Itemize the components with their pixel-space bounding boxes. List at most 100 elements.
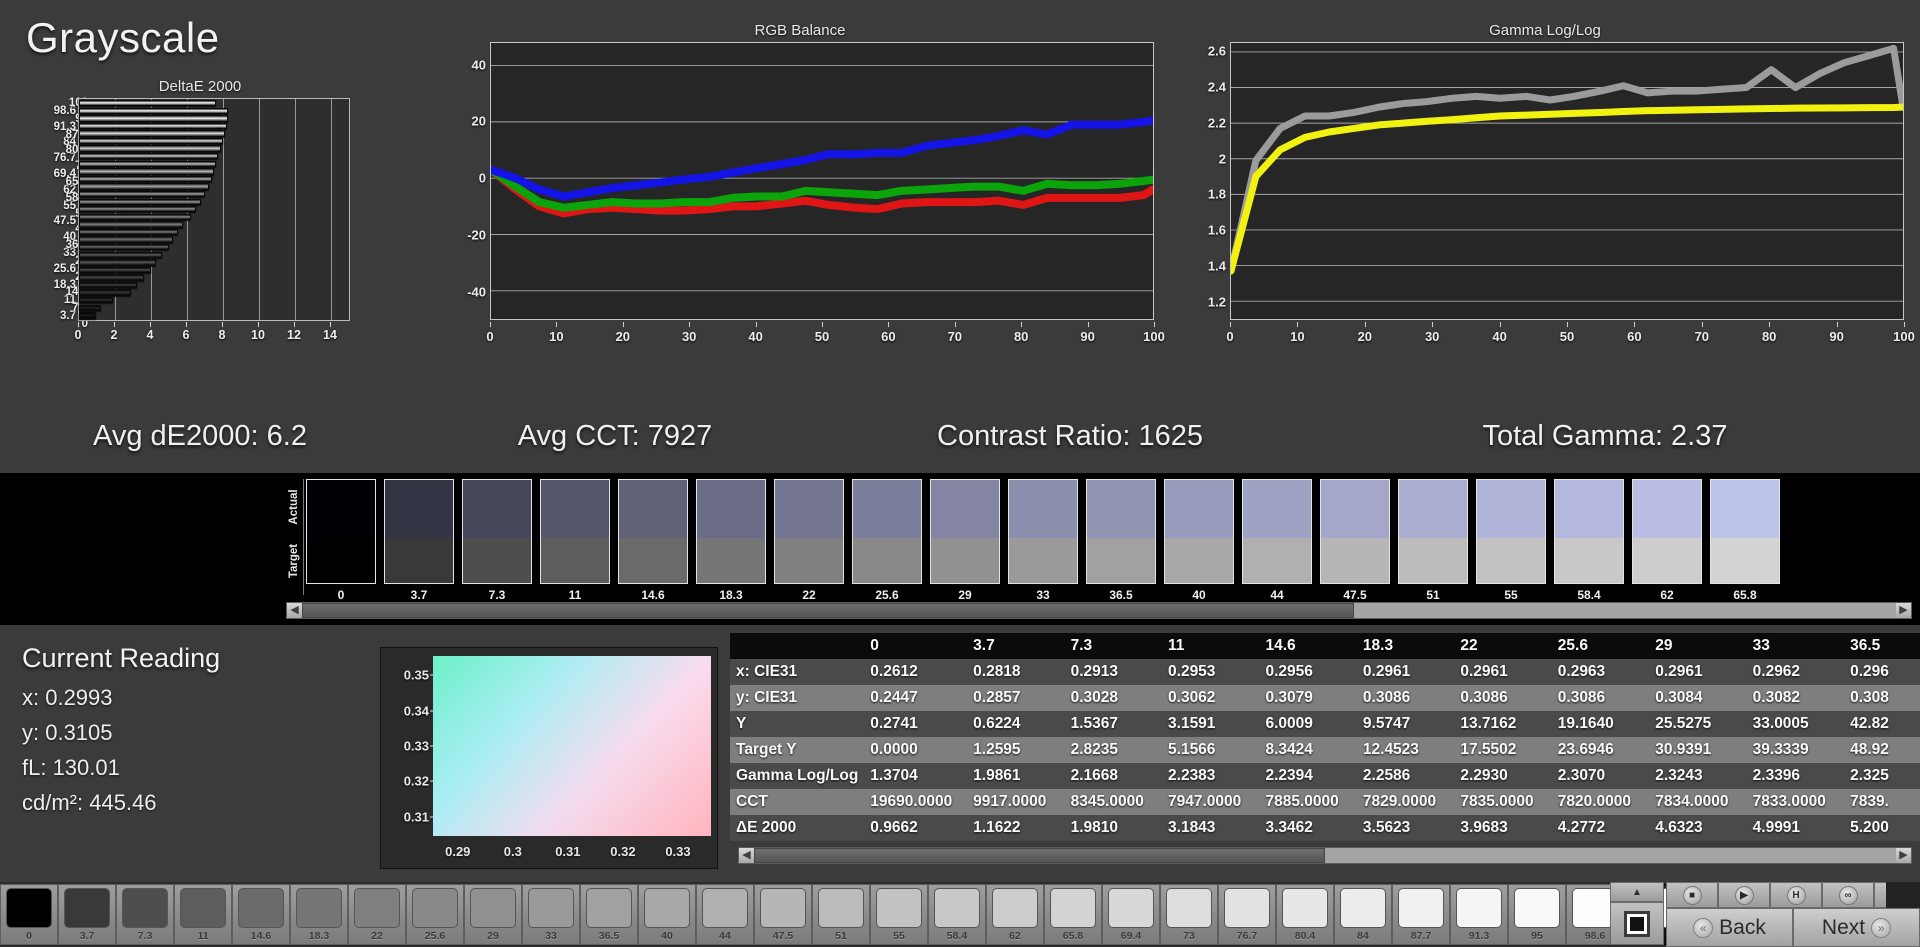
gamma-x-label: 80 — [1761, 329, 1777, 344]
patch-target-swatch — [619, 538, 687, 583]
footer-patch-label: 80.4 — [1294, 930, 1316, 942]
stop-button[interactable]: ■ — [1666, 882, 1718, 908]
patch-cell[interactable]: 29 — [930, 479, 1000, 599]
table-row — [79, 107, 229, 114]
patch-cell[interactable]: 25.6 — [852, 479, 922, 599]
footer-patch-button[interactable]: 84 — [1334, 884, 1392, 945]
gamma-x-label: 40 — [1492, 329, 1507, 344]
rgb-x-label: 30 — [681, 329, 697, 344]
patch-cell[interactable]: 14.6 — [618, 479, 688, 599]
footer-patch-button[interactable]: 22 — [348, 884, 406, 945]
patch-cell[interactable]: 44 — [1242, 479, 1312, 599]
target-window-button[interactable] — [1610, 902, 1664, 945]
table-row: Y 0.2741 0.6224 1.5367 3.1591 6.0009 9.5747 13.… — [730, 711, 1920, 737]
patch-cell[interactable]: 47.5 — [1320, 479, 1390, 599]
cie-x-label: 0.33 — [665, 844, 691, 859]
patch-cell[interactable]: 51 — [1398, 479, 1468, 599]
patch-cell[interactable]: 65.8 — [1710, 479, 1780, 599]
table-cell: 0.0000 — [864, 737, 968, 763]
patch-cell[interactable]: 3.7 — [384, 479, 454, 599]
footer-patch-button[interactable]: 51 — [812, 884, 870, 945]
series-measured — [1231, 48, 1903, 271]
footer-patch-button[interactable]: 14.6 — [232, 884, 290, 945]
footer-patch-button[interactable]: 0 — [0, 884, 58, 945]
scroll-track[interactable] — [302, 603, 1896, 618]
footer-patch-button[interactable]: 7.3 — [116, 884, 174, 945]
patch-cell[interactable]: 0 — [306, 479, 376, 599]
gamma-y-label: 2.4 — [1207, 79, 1226, 95]
axis-tick — [689, 322, 691, 327]
next-arrow-icon: » — [1871, 917, 1892, 938]
table-scroll-left-icon[interactable]: ◀ — [739, 848, 754, 863]
table-scroll-thumb[interactable] — [754, 848, 1325, 863]
axis-tick — [186, 322, 187, 327]
footer-patch-button[interactable]: 29 — [464, 884, 522, 945]
patch-cell[interactable]: 33 — [1008, 479, 1078, 599]
footer-patch-button[interactable]: 36.5 — [580, 884, 638, 945]
patch-cell[interactable]: 18.3 — [696, 479, 766, 599]
footer-patch-button[interactable]: 80.4 — [1276, 884, 1334, 945]
next-button[interactable]: Next » — [1793, 908, 1920, 947]
footer-patch-button[interactable]: 87.7 — [1392, 884, 1450, 945]
patch-target-swatch — [385, 538, 453, 583]
table-cell: 0.2447 — [864, 685, 968, 711]
footer-patch-button[interactable]: 62 — [986, 884, 1044, 945]
play-button[interactable]: ▶ — [1718, 882, 1770, 908]
footer-patch-button[interactable]: 40 — [638, 884, 696, 945]
footer-patch-button[interactable]: 91.3 — [1450, 884, 1508, 945]
footer-patch-button[interactable]: 76.7 — [1218, 884, 1276, 945]
footer-patch-button[interactable]: 25.6 — [406, 884, 464, 945]
footer-patch-button[interactable]: 58.4 — [928, 884, 986, 945]
back-button[interactable]: « Back — [1666, 908, 1793, 947]
table-cell: 0.3028 — [1064, 685, 1163, 711]
scroll-thumb[interactable] — [302, 603, 1355, 618]
footer-patch-button[interactable]: 55 — [870, 884, 928, 945]
patch-cell[interactable]: 62 — [1632, 479, 1702, 599]
rgb-x-label: 0 — [486, 329, 494, 344]
patch-comparison-strip: Actual Target 0 3.7 7.3 11 14.6 18.3 22 25.6 29 3… — [0, 473, 1920, 625]
patch-target-swatch — [307, 538, 375, 583]
table-cell: 0.2818 — [967, 659, 1065, 685]
footer-patch-button[interactable]: 65.8 — [1044, 884, 1102, 945]
table-cell: 5.1566 — [1162, 737, 1260, 763]
chevron-up-icon[interactable]: ▲ — [1610, 882, 1664, 902]
patch-cell[interactable]: 58.4 — [1554, 479, 1624, 599]
footer-patch-button[interactable]: 18.3 — [290, 884, 348, 945]
patch-box — [462, 479, 532, 584]
scroll-left-icon[interactable]: ◀ — [287, 603, 302, 618]
patch-label: 0 — [337, 588, 345, 599]
footer-patch-button[interactable]: 69.4 — [1102, 884, 1160, 945]
patch-cell[interactable]: 55 — [1476, 479, 1546, 599]
patch-cell[interactable]: 36.5 — [1086, 479, 1156, 599]
axis-tick — [954, 322, 956, 327]
table-cell: 30.9391 — [1649, 737, 1747, 763]
table-cell: 0.6224 — [967, 711, 1065, 737]
footer-patch-button[interactable]: 95 — [1508, 884, 1566, 945]
patch-actual-swatch — [541, 480, 609, 539]
patch-cell[interactable]: 22 — [774, 479, 844, 599]
hold-icon: H — [1786, 885, 1806, 905]
hold-button[interactable]: H — [1770, 882, 1822, 908]
table-cell: 0.2857 — [967, 685, 1065, 711]
table-scrollbar[interactable]: ◀ ▶ — [738, 847, 1912, 864]
patch-label: 7.3 — [488, 588, 506, 599]
table-scroll-track[interactable] — [754, 848, 1896, 863]
footer-patch-button[interactable]: 33 — [522, 884, 580, 945]
patch-cell[interactable]: 7.3 — [462, 479, 532, 599]
table-scroll-right-icon[interactable]: ▶ — [1896, 848, 1911, 863]
scroll-right-icon[interactable]: ▶ — [1896, 603, 1911, 618]
footer-patch-button[interactable]: 47.5 — [754, 884, 812, 945]
patch-strip-scrollbar[interactable]: ◀ ▶ — [286, 602, 1912, 619]
footer-patch-button[interactable]: 44 — [696, 884, 754, 945]
footer-patch-button[interactable]: 73 — [1160, 884, 1218, 945]
continuous-button[interactable]: ∞ — [1822, 882, 1874, 908]
axis-tick — [1769, 322, 1771, 327]
patch-cell[interactable]: 11 — [540, 479, 610, 599]
patch-cell[interactable]: 40 — [1164, 479, 1234, 599]
table-row — [79, 190, 205, 198]
gamma-y-label: 2 — [1218, 151, 1226, 167]
footer-patch-button[interactable]: 3.7 — [58, 884, 116, 945]
footer-patch-button[interactable]: 11 — [174, 884, 232, 945]
table-cell: 0.2961 — [1649, 659, 1747, 685]
table-column-header: 11 — [1162, 633, 1260, 659]
